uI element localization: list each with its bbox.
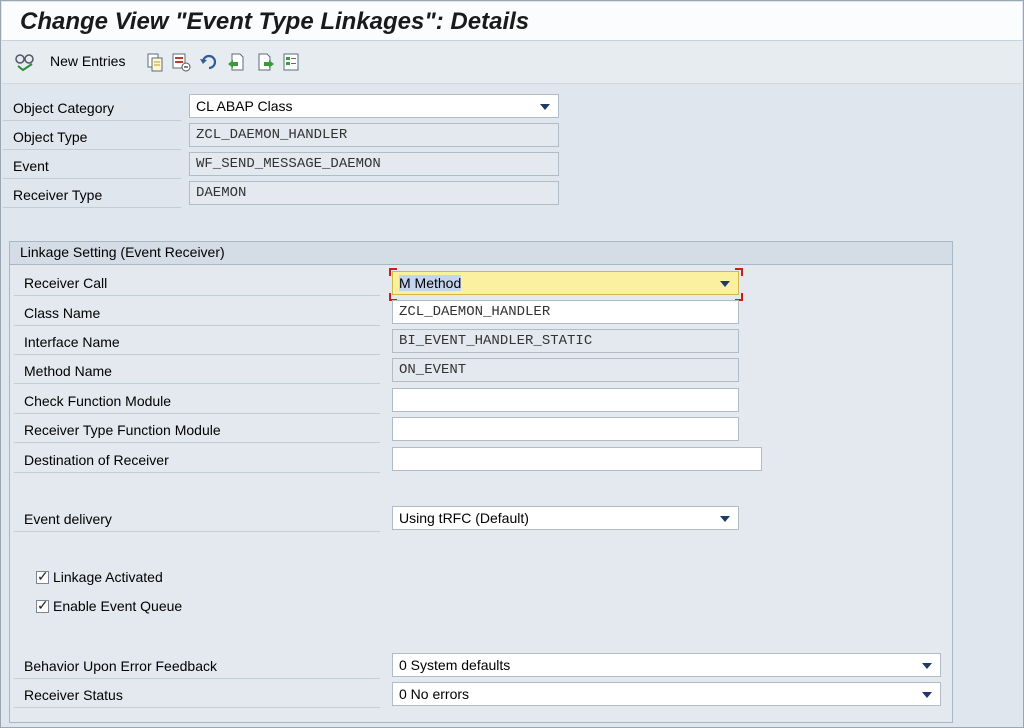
title-bar: Change View "Event Type Linkages": Detai…: [2, 2, 1022, 41]
enable-event-queue-label: Enable Event Queue: [53, 598, 183, 614]
receiver-type-fm-input[interactable]: [392, 417, 739, 441]
glasses-change-icon[interactable]: [14, 51, 36, 73]
delete-icon[interactable]: [170, 51, 192, 73]
group-header: Linkage Setting (Event Receiver): [10, 242, 952, 265]
event-label: Event: [3, 153, 181, 179]
undo-icon[interactable]: [198, 51, 220, 73]
destination-input[interactable]: [392, 447, 762, 471]
copy-icon[interactable]: [144, 51, 166, 73]
receiver-type-fm-label: Receiver Type Function Module: [14, 417, 380, 443]
behavior-error-label: Behavior Upon Error Feedback: [14, 653, 380, 679]
receiver-call-dropdown[interactable]: M Method: [392, 271, 739, 295]
window-frame: Change View "Event Type Linkages": Detai…: [0, 0, 1024, 728]
focus-corner-tl: [389, 268, 397, 276]
receiver-status-dropdown[interactable]: 0 No errors: [392, 682, 941, 706]
chevron-down-icon: [540, 104, 550, 110]
chevron-down-icon: [922, 692, 932, 698]
receiver-call-value: M Method: [399, 275, 462, 291]
interface-name-label: Interface Name: [14, 329, 380, 355]
chevron-down-icon: [720, 281, 730, 287]
check-function-module-input[interactable]: [392, 388, 739, 412]
page-title: Change View "Event Type Linkages": Detai…: [20, 8, 530, 35]
select-all-icon[interactable]: [281, 51, 303, 73]
receiver-type-label: Receiver Type: [3, 182, 181, 208]
toolbar: New Entries: [2, 41, 1022, 84]
class-name-input[interactable]: ZCL_DAEMON_HANDLER: [392, 300, 739, 324]
linkage-activated-checkbox[interactable]: [36, 568, 49, 585]
behavior-error-dropdown[interactable]: 0 System defaults: [392, 653, 941, 677]
object-type-label: Object Type: [3, 124, 181, 150]
behavior-error-value: 0 System defaults: [399, 657, 511, 673]
object-category-dropdown[interactable]: CL ABAP Class: [189, 94, 559, 118]
linkage-activated-label: Linkage Activated: [53, 569, 163, 585]
event-delivery-label: Event delivery: [14, 506, 380, 532]
previous-entry-icon[interactable]: [225, 51, 247, 73]
new-entries-button[interactable]: New Entries: [50, 53, 125, 69]
event-field: WF_SEND_MESSAGE_DAEMON: [189, 152, 559, 176]
check-function-module-label: Check Function Module: [14, 388, 380, 414]
object-category-label: Object Category: [3, 95, 181, 121]
event-delivery-dropdown[interactable]: Using tRFC (Default): [392, 506, 739, 530]
enable-event-queue-checkbox[interactable]: [36, 597, 49, 614]
receiver-status-label: Receiver Status: [14, 682, 380, 708]
class-name-label: Class Name: [14, 300, 380, 326]
receiver-status-value: 0 No errors: [399, 686, 470, 702]
object-type-field: ZCL_DAEMON_HANDLER: [189, 123, 559, 147]
interface-name-field: BI_EVENT_HANDLER_STATIC: [392, 329, 739, 353]
method-name-field: ON_EVENT: [392, 358, 739, 382]
chevron-down-icon: [922, 663, 932, 669]
next-entry-icon[interactable]: [255, 51, 277, 73]
receiver-call-label: Receiver Call: [14, 270, 380, 296]
group-title: Linkage Setting (Event Receiver): [20, 244, 225, 260]
focus-corner-tr: [735, 268, 743, 276]
object-category-value: CL ABAP Class: [196, 98, 293, 114]
method-name-label: Method Name: [14, 358, 380, 384]
receiver-type-field: DAEMON: [189, 181, 559, 205]
event-delivery-value: Using tRFC (Default): [399, 510, 529, 526]
destination-label: Destination of Receiver: [14, 447, 380, 473]
chevron-down-icon: [720, 516, 730, 522]
linkage-setting-group: Linkage Setting (Event Receiver) Receive…: [9, 241, 953, 723]
